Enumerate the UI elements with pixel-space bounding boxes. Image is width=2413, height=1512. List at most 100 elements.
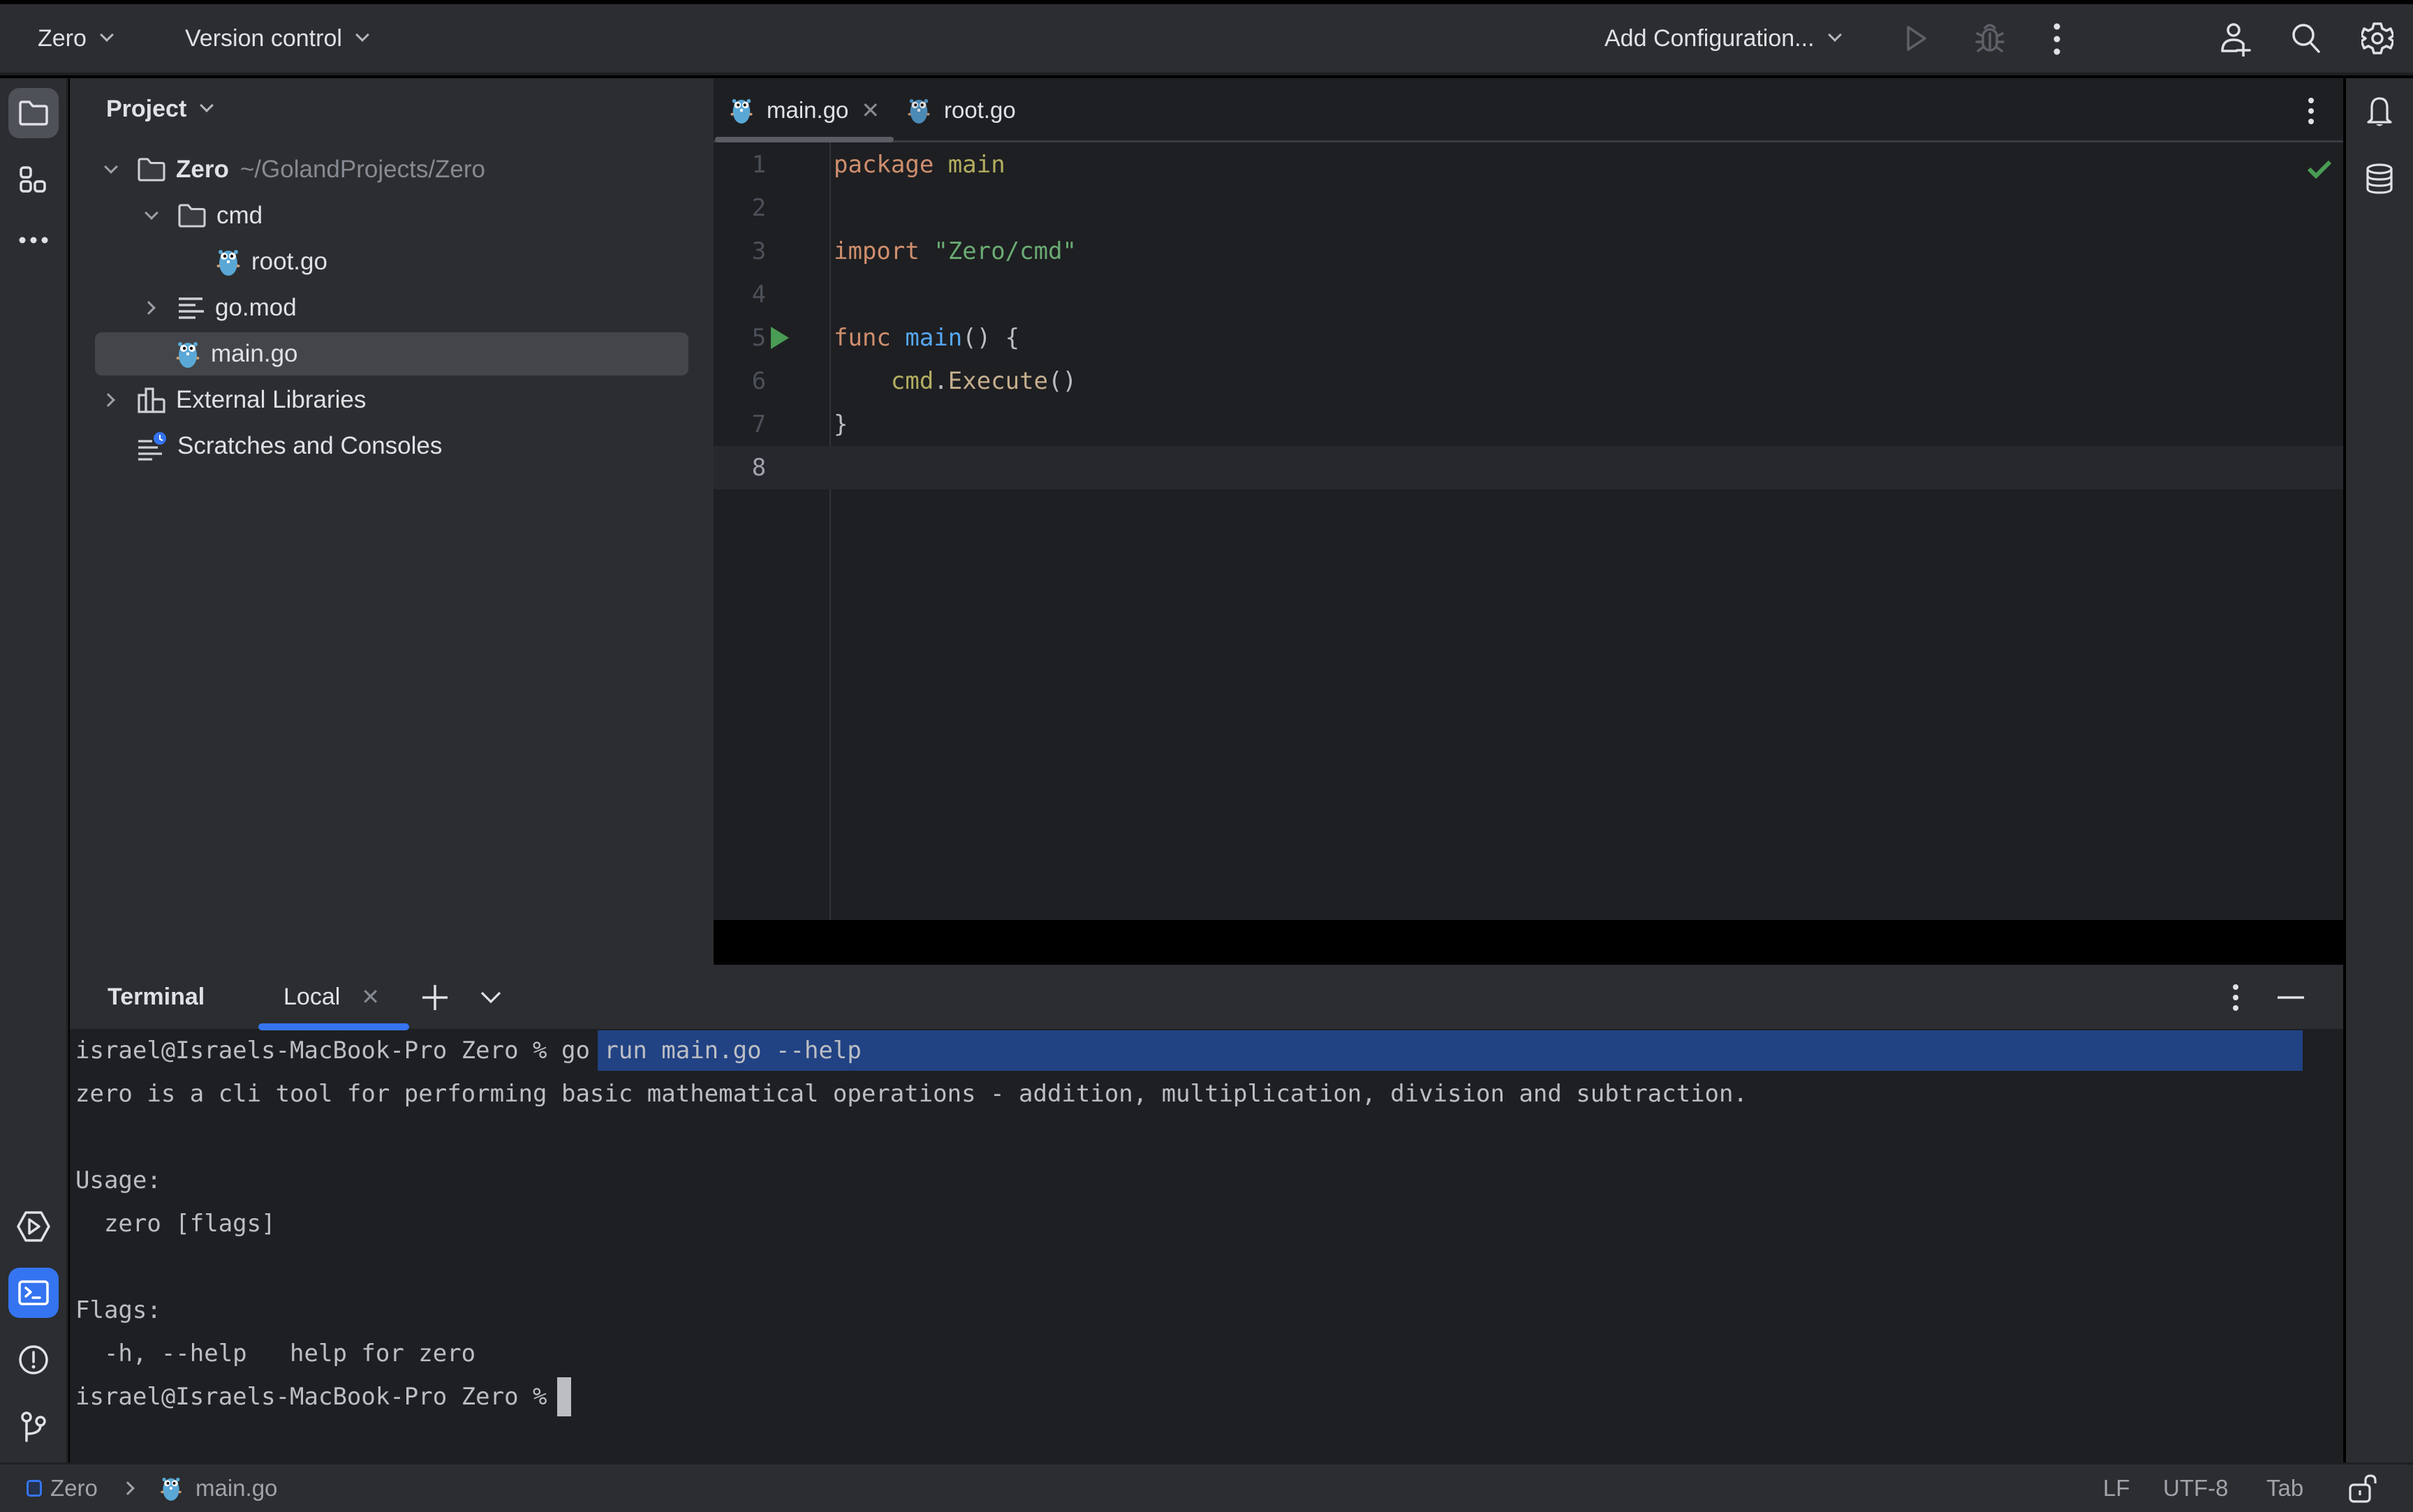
tree-item-go-mod[interactable]: go.mod	[95, 286, 688, 329]
terminal-command: go run main.go --help	[561, 1037, 862, 1065]
right-tool-window-bar	[2346, 78, 2413, 1462]
folder-icon	[19, 101, 48, 126]
project-view-selector[interactable]: Project	[106, 78, 214, 140]
indent-label: Tab	[2266, 1475, 2304, 1501]
code-line[interactable]: 7 }	[714, 403, 2343, 446]
code-punctuation: ()	[1048, 367, 1077, 395]
terminal-prompt: israel@Israels-MacBook-Pro Zero %	[75, 1383, 547, 1411]
minimize-terminal-button[interactable]	[2273, 980, 2308, 1015]
read-only-toggle[interactable]	[2349, 1465, 2377, 1512]
tree-item-root-go[interactable]: root.go	[95, 240, 688, 283]
code-line[interactable]: 1 package main	[714, 143, 2343, 186]
terminal-output[interactable]: israel@Israels-MacBook-Pro Zero % go run…	[70, 1030, 2343, 1462]
breadcrumb-project-label: Zero	[50, 1475, 98, 1501]
code-keyword: func	[834, 324, 891, 352]
tree-item-zero[interactable]: Zero ~/GolandProjects/Zero	[95, 148, 688, 191]
line-separator-selector[interactable]: LF	[2103, 1465, 2130, 1512]
close-icon[interactable]: ✕	[861, 97, 880, 124]
git-tool-button[interactable]	[8, 1402, 59, 1452]
code-punctuation: }	[834, 410, 848, 438]
run-config-selector[interactable]: Add Configuration...	[1604, 4, 1842, 73]
folder-icon	[178, 204, 206, 228]
tree-item-label: root.go	[251, 248, 327, 275]
more-vertical-icon	[2233, 984, 2238, 1011]
code-line-current[interactable]: 8	[714, 446, 2343, 489]
gopher-icon	[161, 1477, 182, 1501]
active-tab-indicator	[715, 137, 894, 142]
breadcrumb-file-label: main.go	[195, 1475, 278, 1501]
code-line[interactable]: 6 cmd.Execute()	[714, 360, 2343, 403]
encoding-selector[interactable]: UTF-8	[2163, 1465, 2229, 1512]
play-icon	[1907, 26, 1926, 51]
run-gutter-play-icon[interactable]	[771, 327, 789, 349]
tab-root-go[interactable]: root.go	[906, 78, 1016, 142]
vcs-menu[interactable]: Version control	[185, 4, 369, 73]
tree-item-label: Zero	[176, 156, 229, 183]
code-with-me-button[interactable]	[2218, 20, 2254, 59]
code-line[interactable]: 4	[714, 273, 2343, 316]
status-bar: Zero main.go LF UTF-8 Tab	[0, 1462, 2413, 1512]
structure-tool-button[interactable]	[8, 155, 59, 205]
database-button[interactable]	[2354, 154, 2405, 204]
debug-button[interactable]	[1970, 20, 2009, 57]
more-actions-button[interactable]	[2043, 20, 2071, 59]
terminal-line: -h, --help help for zero	[75, 1340, 476, 1368]
indent-selector[interactable]: Tab	[2266, 1465, 2303, 1512]
terminal-tab-local[interactable]: Local ✕	[283, 965, 380, 1029]
chevron-down-icon	[145, 206, 158, 220]
notifications-button[interactable]	[2354, 87, 2405, 137]
terminal-more-button[interactable]	[2222, 980, 2250, 1015]
chevron-down-icon	[104, 160, 118, 174]
code-line[interactable]: 2	[714, 186, 2343, 230]
tree-item-label: External Libraries	[176, 386, 367, 413]
tree-item-main-go[interactable]: main.go	[95, 332, 688, 376]
tree-item-label: go.mod	[215, 294, 297, 321]
code-punctuation: .	[934, 367, 948, 395]
problems-tool-button[interactable]	[8, 1335, 59, 1385]
run-button[interactable]	[1899, 21, 1934, 56]
expand-arrow[interactable]	[103, 160, 119, 177]
expand-arrow[interactable]	[101, 392, 119, 408]
project-module-icon	[27, 1480, 42, 1497]
close-icon[interactable]: ✕	[361, 984, 380, 1010]
structure-icon	[20, 166, 46, 193]
breadcrumb-project[interactable]: Zero	[27, 1465, 98, 1512]
settings-button[interactable]	[2359, 20, 2396, 57]
line-number: 2	[751, 194, 767, 222]
terminal-line: zero is a cli tool for performing basic …	[75, 1080, 1748, 1108]
line-separator-label: LF	[2103, 1475, 2130, 1501]
breadcrumb-file[interactable]: main.go	[159, 1465, 277, 1512]
vcs-label: Version control	[185, 24, 342, 52]
code-keyword: package	[834, 151, 934, 179]
project-switcher[interactable]: Zero	[38, 4, 114, 73]
minimize-icon	[2278, 996, 2304, 999]
editor-tabs-more-button[interactable]	[2297, 94, 2325, 128]
code-line[interactable]: 3 import "Zero/cmd"	[714, 230, 2343, 273]
notifications-bell-icon	[2367, 97, 2392, 126]
tree-item-cmd[interactable]: cmd	[95, 194, 688, 237]
database-icon	[2366, 163, 2393, 194]
tree-item-external-libraries[interactable]: External Libraries	[95, 378, 688, 422]
more-tool-windows-button[interactable]	[8, 215, 59, 265]
tab-main-go[interactable]: main.go ✕	[729, 78, 880, 142]
more-horizontal-icon	[19, 237, 48, 244]
gopher-icon	[730, 98, 753, 124]
new-terminal-tab-button[interactable]	[418, 980, 452, 1015]
scratches-icon	[138, 432, 166, 461]
tree-item-scratches[interactable]: Scratches and Consoles	[95, 424, 688, 468]
terminal-prompt: israel@Israels-MacBook-Pro Zero %	[75, 1037, 561, 1065]
terminal-options-dropdown[interactable]	[473, 980, 508, 1015]
project-tool-button[interactable]	[8, 88, 59, 138]
plus-icon	[422, 985, 448, 1010]
expand-arrow[interactable]	[144, 206, 159, 223]
tree-item-label: Scratches and Consoles	[177, 432, 443, 459]
code-line[interactable]: 5 func main() {	[714, 316, 2343, 360]
terminal-line: israel@Israels-MacBook-Pro Zero % go run…	[75, 1029, 862, 1072]
gopher-icon	[216, 250, 240, 276]
chevron-down-icon	[1827, 28, 1842, 42]
expand-arrow[interactable]	[142, 300, 159, 316]
services-tool-button[interactable]	[8, 1201, 59, 1252]
code-package-ref: cmd	[890, 367, 934, 395]
search-button[interactable]	[2289, 21, 2324, 56]
terminal-tool-button[interactable]	[8, 1268, 59, 1318]
